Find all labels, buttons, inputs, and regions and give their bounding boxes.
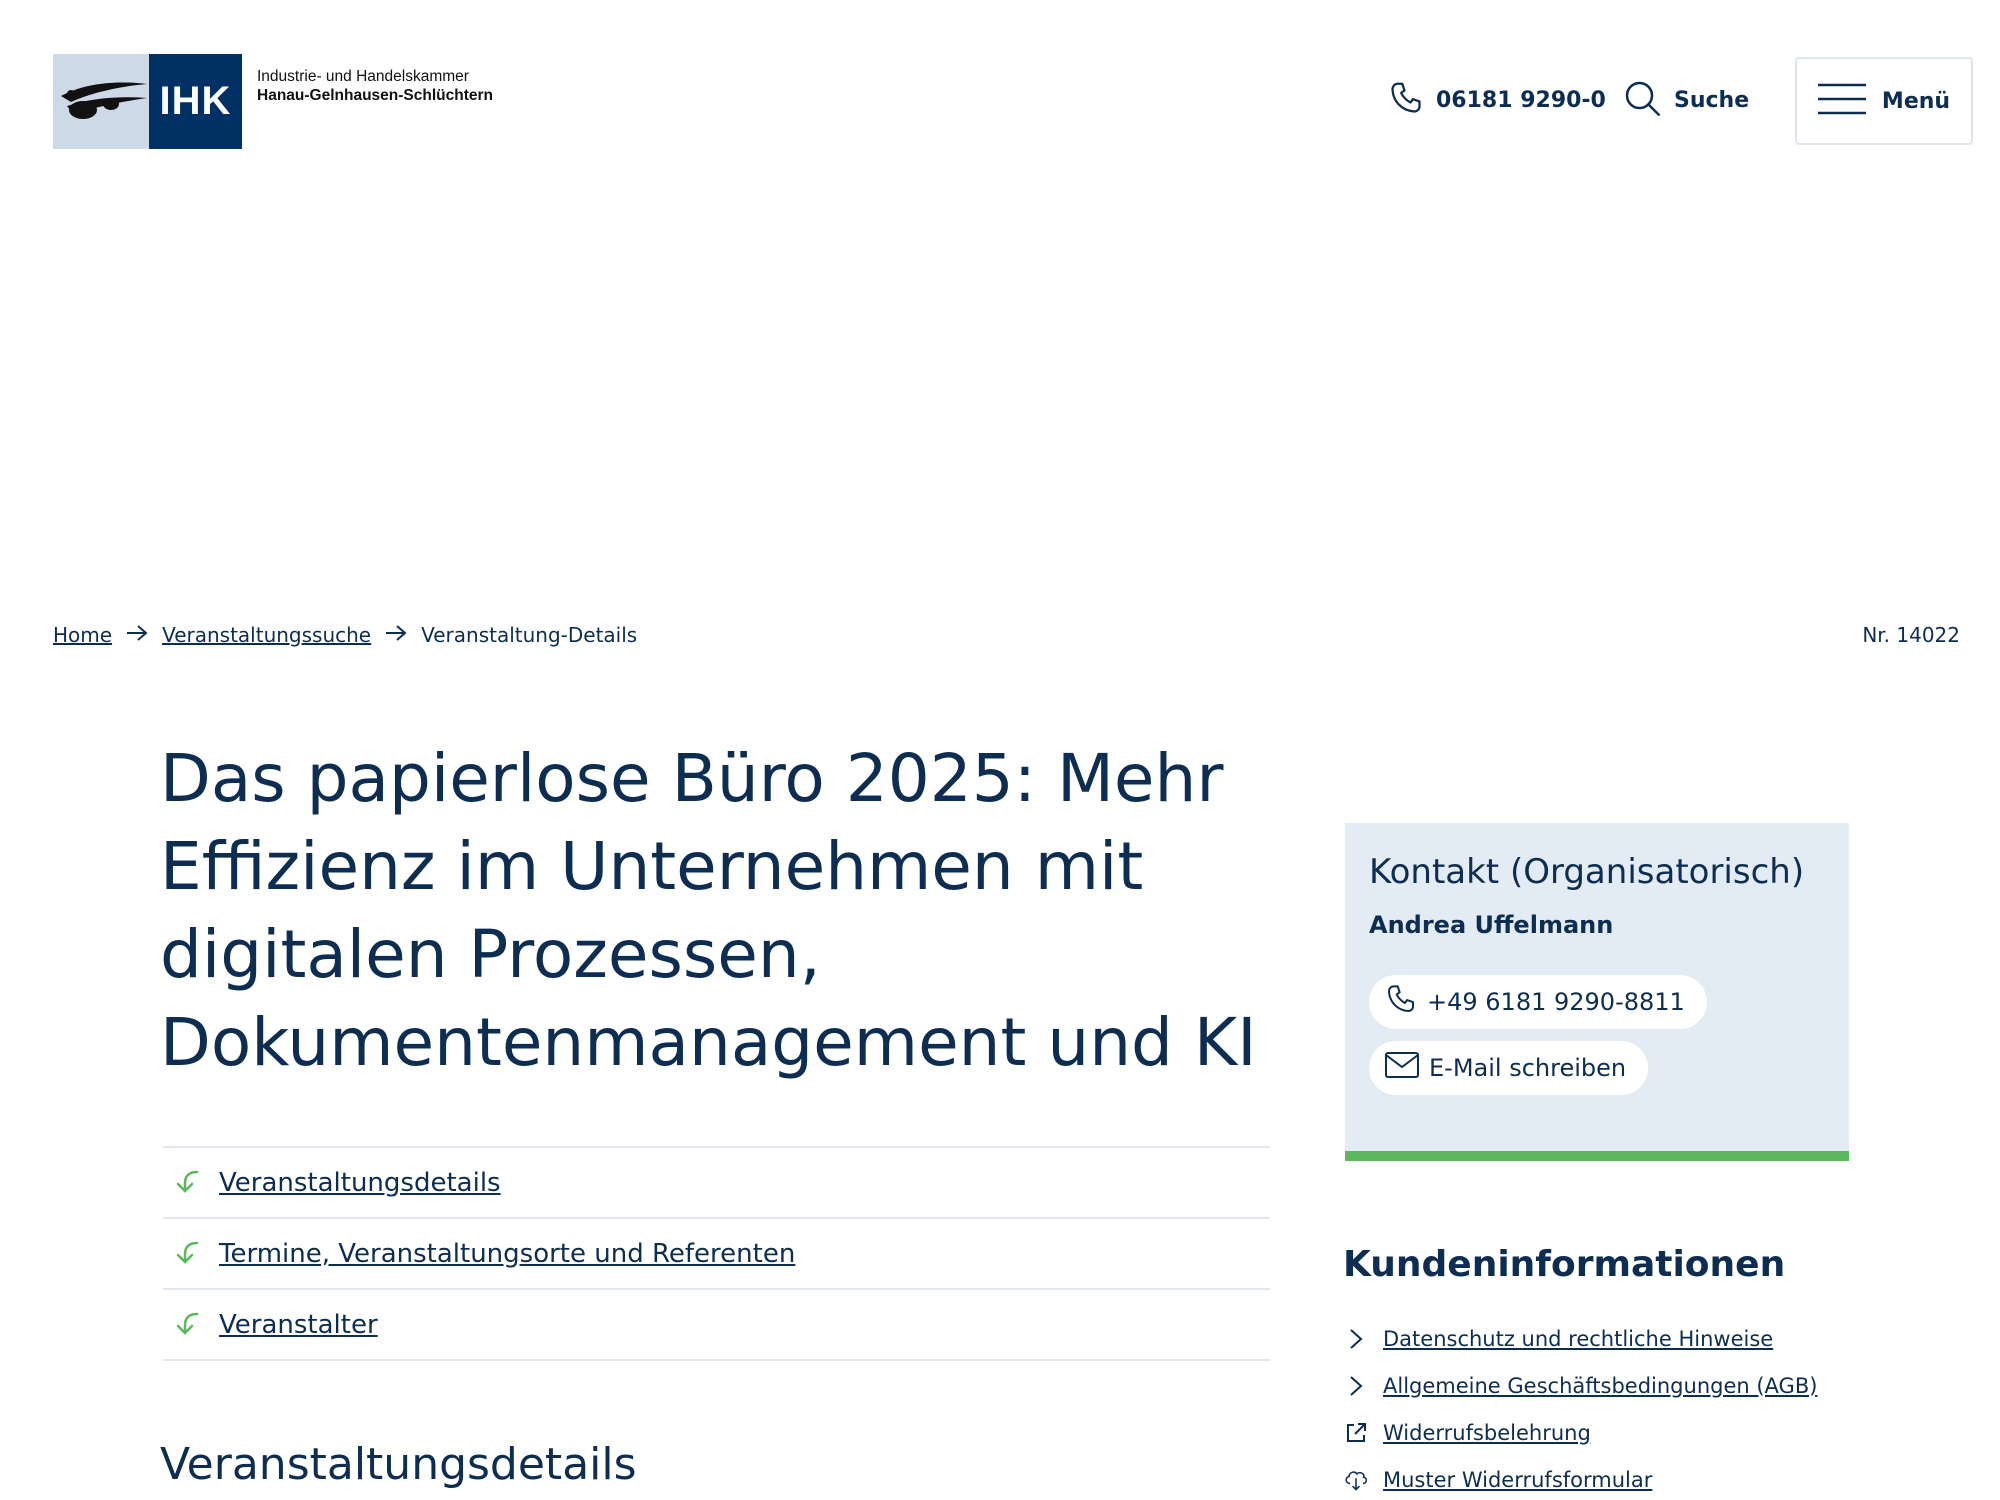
customer-info-label: Muster Widerrufsformular	[1383, 1467, 1653, 1492]
org-name-line2: Hanau-Gelnhausen-Schlüchtern	[257, 87, 493, 104]
arrow-down-left-icon	[173, 1238, 201, 1270]
logo-ihk-text: IHK	[159, 79, 232, 123]
title-line: Effizienz im Unternehmen mit	[160, 828, 1144, 905]
event-number: Nr. 14022	[1862, 623, 1960, 647]
mail-icon	[1385, 1052, 1419, 1084]
customer-info-label: Datenschutz und rechtliche Hinweise	[1383, 1326, 1774, 1351]
customer-info-link-datenschutz[interactable]: Datenschutz und rechtliche Hinweise	[1343, 1315, 1943, 1362]
anchor-link-termine[interactable]: Termine, Veranstaltungsorte und Referent…	[163, 1219, 1270, 1290]
chevron-right-icon	[1343, 1326, 1369, 1352]
customer-info-list: Datenschutz und rechtliche Hinweise Allg…	[1343, 1315, 1943, 1500]
arrow-down-left-icon	[173, 1309, 201, 1341]
title-line: Das papierlose Büro 2025: Mehr	[160, 740, 1224, 817]
page-title: Das papierlose Büro 2025: Mehr Effizienz…	[160, 735, 1270, 1087]
contact-box: Kontakt (Organisatorisch) Andrea Uffelma…	[1345, 823, 1849, 1161]
external-link-icon	[1343, 1420, 1369, 1446]
contact-phone-number: +49 6181 9290-8811	[1427, 988, 1685, 1016]
hamburger-icon	[1817, 82, 1866, 120]
breadcrumb-current: Veranstaltung-Details	[421, 623, 638, 647]
contact-title: Kontakt (Organisatorisch)	[1369, 852, 1805, 892]
contact-email-button[interactable]: E-Mail schreiben	[1369, 1041, 1649, 1095]
customer-info-label: Widerrufsbelehrung	[1383, 1420, 1591, 1445]
header-search-button[interactable]: Suche	[1622, 80, 1749, 120]
customer-info-link-muster-widerrufsformular[interactable]: Muster Widerrufsformular	[1343, 1456, 1943, 1500]
title-line: Dokumentenmanagement und KI	[160, 1004, 1257, 1081]
customer-info-label: Allgemeine Geschäftsbedingungen (AGB)	[1383, 1373, 1818, 1398]
contact-phone-button[interactable]: +49 6181 9290-8811	[1369, 975, 1707, 1029]
customer-info-link-agb[interactable]: Allgemeine Geschäftsbedingungen (AGB)	[1343, 1362, 1943, 1409]
breadcrumb-home[interactable]: Home	[53, 623, 112, 647]
anchor-nav: Veranstaltungsdetails Termine, Veranstal…	[163, 1146, 1270, 1361]
cloud-download-icon	[1343, 1467, 1369, 1493]
org-name-line1: Industrie- und Handelskammer	[257, 68, 469, 85]
org-name: Industrie- und Handelskammer Hanau-Gelnh…	[257, 67, 493, 105]
search-label: Suche	[1674, 87, 1750, 113]
anchor-link-veranstalter[interactable]: Veranstalter	[163, 1290, 1270, 1361]
anchor-link-veranstaltungsdetails[interactable]: Veranstaltungsdetails	[163, 1148, 1270, 1219]
anchor-label: Termine, Veranstaltungsorte und Referent…	[219, 1238, 796, 1269]
arrow-down-left-icon	[173, 1167, 201, 1199]
phone-icon	[1388, 78, 1424, 122]
header-phone-number: 06181 9290-0	[1436, 87, 1606, 113]
contact-name: Andrea Uffelmann	[1369, 911, 1614, 939]
logo-swoosh	[53, 54, 149, 149]
breadcrumb-veranstaltungssuche[interactable]: Veranstaltungssuche	[162, 623, 371, 647]
chevron-right-icon	[1343, 1373, 1369, 1399]
logo-ihk-block: IHK	[149, 54, 242, 149]
breadcrumb: Home Veranstaltungssuche Veranstaltung-D…	[53, 620, 637, 650]
arrow-right-icon	[126, 623, 148, 647]
anchor-label: Veranstaltungsdetails	[219, 1167, 501, 1198]
ihk-logo[interactable]: IHK	[53, 54, 242, 149]
customer-info-title: Kundeninformationen	[1343, 1244, 1786, 1285]
contact-email-label: E-Mail schreiben	[1429, 1054, 1627, 1082]
menu-label: Menü	[1881, 88, 1951, 114]
anchor-label: Veranstalter	[219, 1309, 378, 1340]
section-title-veranstaltungsdetails: Veranstaltungsdetails	[160, 1439, 637, 1490]
search-icon	[1622, 78, 1662, 122]
menu-button[interactable]: Menü	[1795, 57, 1973, 145]
arrow-right-icon	[385, 623, 407, 647]
customer-info-link-widerrufsbelehrung[interactable]: Widerrufsbelehrung	[1343, 1409, 1943, 1456]
title-line: digitalen Prozessen,	[160, 916, 821, 993]
phone-icon	[1385, 982, 1417, 1022]
header-phone-link[interactable]: 06181 9290-0	[1388, 80, 1606, 120]
